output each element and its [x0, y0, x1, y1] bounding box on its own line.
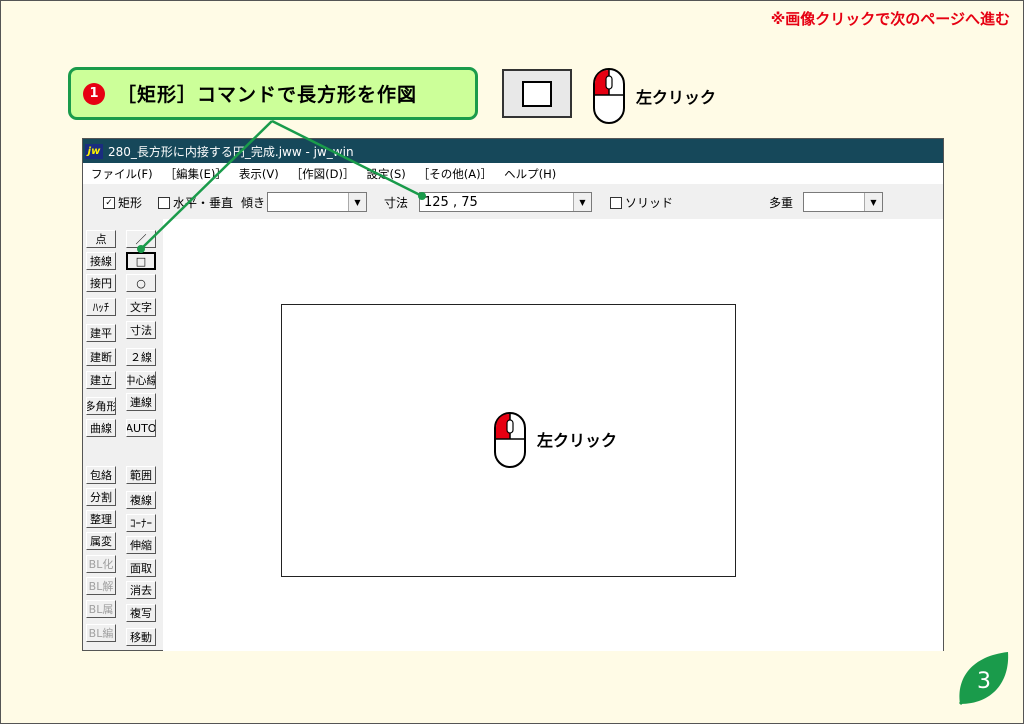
multi-label: 多重 — [769, 196, 794, 210]
tool-block-make[interactable]: BL化 — [86, 555, 116, 573]
mouse-left-click-icon — [593, 68, 625, 124]
tool-tangent-line[interactable]: 接線 — [86, 252, 116, 270]
control-bar: ✓ 矩形 水平・垂直 傾き ▼ 寸法 125 , 75 ▼ ソリッド 多重 ▼ — [83, 184, 943, 218]
window-title-bar: jw 280_長方形に内接する円_完成.jww - jw_win — [83, 139, 943, 163]
tool-offset[interactable]: 複線 — [126, 491, 156, 509]
rectangle-checkbox-label: 矩形 — [118, 196, 143, 210]
tool-polygon[interactable]: 多角形 — [86, 397, 116, 415]
tool-block-release[interactable]: BL解 — [86, 577, 116, 595]
window-title: 280_長方形に内接する円_完成.jww - jw_win — [108, 144, 354, 159]
step-instruction: ［矩形］コマンドで長方形を作図 — [117, 84, 418, 106]
chevron-down-icon[interactable]: ▼ — [864, 193, 882, 211]
page-number: 3 — [977, 669, 991, 694]
menu-file[interactable]: ファイル(F) — [91, 166, 153, 182]
step-callout: 1 ［矩形］コマンドで長方形を作図 — [68, 67, 478, 120]
tool-text[interactable]: 文字 — [126, 298, 156, 316]
tool-arrange[interactable]: 整理 — [86, 510, 116, 528]
jw-win-window: jw 280_長方形に内接する円_完成.jww - jw_win ファイル(F)… — [82, 138, 944, 651]
tool-erase[interactable]: 消去 — [126, 581, 156, 599]
tool-elevation[interactable]: 建立 — [86, 371, 116, 389]
tool-rectangle[interactable]: □ — [126, 252, 156, 270]
tool-corner[interactable]: ｺｰﾅｰ — [126, 514, 156, 532]
dimension-combo[interactable]: 125 , 75 ▼ — [419, 192, 592, 212]
tool-point[interactable]: 点 — [86, 230, 116, 248]
rectangle-icon — [522, 80, 552, 107]
tool-envelope[interactable]: 包絡 — [86, 466, 116, 484]
checkbox-box — [610, 196, 622, 209]
tool-center-line[interactable]: 中心線 — [126, 371, 156, 389]
tool-attr-change[interactable]: 属変 — [86, 532, 116, 550]
check-icon: ✓ — [103, 196, 115, 209]
rectangle-button-sample — [502, 69, 572, 118]
menu-draw[interactable]: ［作図(D)］ — [291, 166, 355, 182]
left-click-label-top: 左クリック — [636, 88, 717, 107]
tool-line[interactable]: ／ — [126, 230, 156, 248]
chevron-down-icon[interactable]: ▼ — [573, 193, 591, 211]
tool-double-line[interactable]: ２線 — [126, 348, 156, 366]
tool-block-attr[interactable]: BL属 — [86, 600, 116, 618]
tool-range[interactable]: 範囲 — [126, 466, 156, 484]
left-click-label-canvas: 左クリック — [537, 431, 618, 450]
next-page-hint: ※画像クリックで次のページへ進む — [770, 10, 1010, 28]
chevron-down-icon[interactable]: ▼ — [348, 193, 366, 211]
tilt-combo[interactable]: ▼ — [267, 192, 367, 212]
page-number-leaf-icon: 3 — [958, 652, 1009, 706]
menu-view[interactable]: 表示(V) — [239, 166, 279, 182]
tool-stretch[interactable]: 伸縮 — [126, 536, 156, 554]
horizontal-vertical-checkbox[interactable]: 水平・垂直 — [158, 194, 233, 211]
menu-edit[interactable]: ［編集(E)］ — [165, 166, 227, 182]
menu-help[interactable]: ヘルプ(H) — [504, 166, 556, 182]
menu-settings[interactable]: 設定(S) — [367, 166, 406, 182]
tilt-label: 傾き — [241, 196, 266, 210]
tool-chamfer[interactable]: 面取 — [126, 559, 156, 577]
menu-bar: ファイル(F) ［編集(E)］ 表示(V) ［作図(D)］ 設定(S) ［その他… — [83, 163, 943, 184]
tool-tangent-circle[interactable]: 接円 — [86, 274, 116, 292]
tool-curve[interactable]: 曲線 — [86, 419, 116, 437]
tool-divide[interactable]: 分割 — [86, 488, 116, 506]
tool-auto[interactable]: AUTO — [126, 419, 156, 437]
tool-section[interactable]: 建断 — [86, 348, 116, 366]
multi-combo[interactable]: ▼ — [803, 192, 883, 212]
rectangle-checkbox[interactable]: ✓ 矩形 — [103, 194, 142, 211]
jw-app-icon: jw — [85, 143, 103, 159]
dimension-value: 125 , 75 — [424, 194, 478, 210]
tool-move[interactable]: 移動 — [126, 628, 156, 646]
tool-hatch[interactable]: ﾊｯﾁ — [86, 298, 116, 316]
tool-block-edit[interactable]: BL編 — [86, 624, 116, 642]
drawing-canvas[interactable]: 左クリック — [163, 219, 943, 651]
step-number-badge: 1 — [83, 82, 105, 105]
tool-circle[interactable]: ○ — [126, 274, 156, 292]
tool-copy[interactable]: 複写 — [126, 604, 156, 622]
tool-continuous-line[interactable]: 連線 — [126, 393, 156, 411]
tool-plan[interactable]: 建平 — [86, 324, 116, 342]
tool-dimension[interactable]: 寸法 — [126, 321, 156, 339]
menu-other[interactable]: ［その他(A)］ — [418, 166, 492, 182]
dimension-label: 寸法 — [384, 196, 409, 210]
solid-checkbox[interactable]: ソリッド — [610, 194, 673, 211]
mouse-left-click-icon — [494, 412, 526, 468]
checkbox-box — [158, 196, 170, 209]
solid-label: ソリッド — [625, 196, 674, 210]
horizontal-vertical-label: 水平・垂直 — [173, 196, 234, 210]
